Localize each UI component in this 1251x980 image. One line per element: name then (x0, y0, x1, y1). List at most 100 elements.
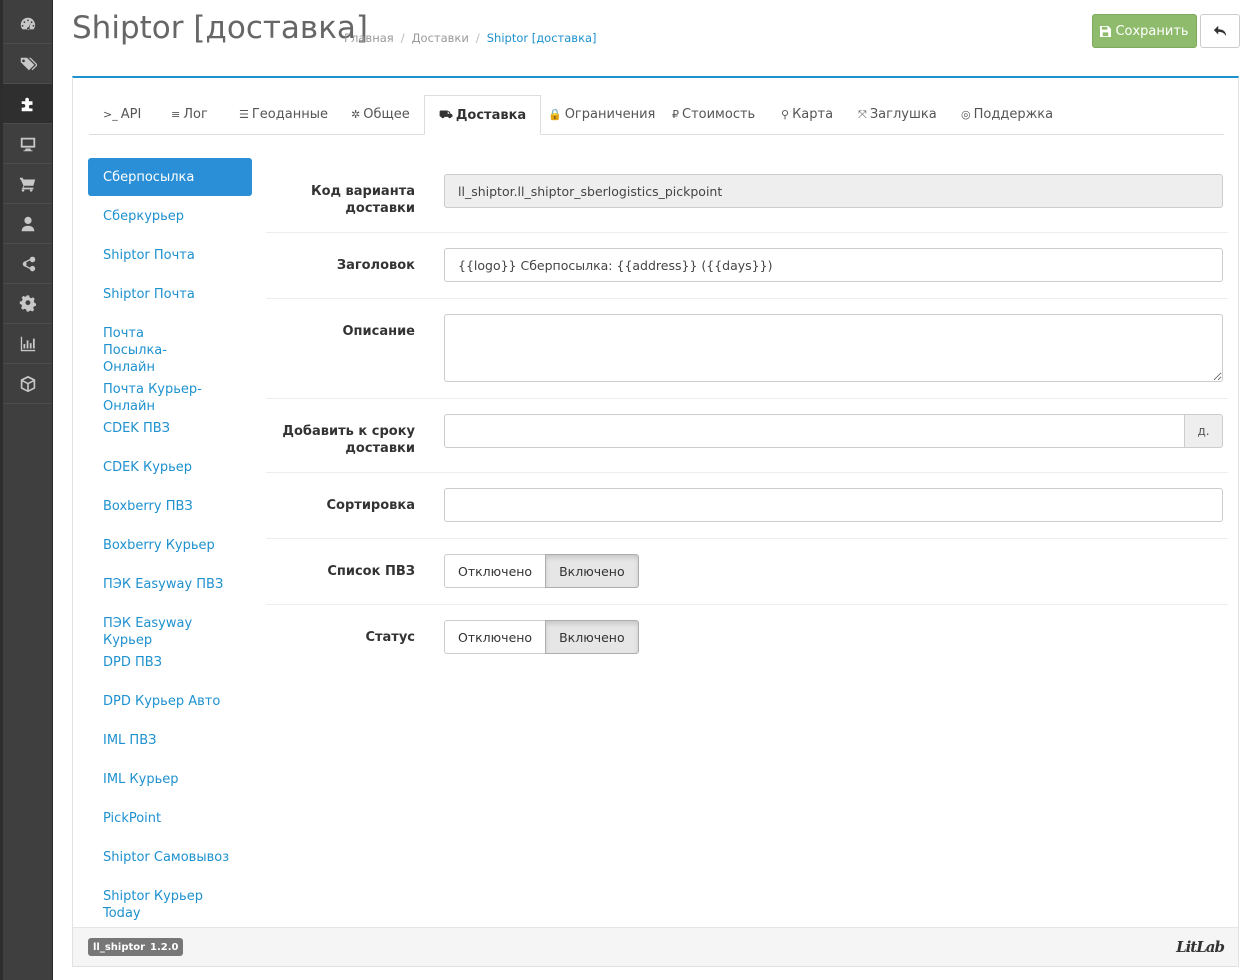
method-item[interactable]: Shiptor Почта (88, 247, 252, 264)
sidebar-item-customers[interactable] (3, 204, 52, 244)
dashboard-icon (20, 17, 35, 30)
row-status: Статус Отключено Включено (266, 604, 1228, 670)
method-item[interactable]: PickPoint (88, 810, 252, 827)
puzzle-icon (21, 97, 32, 111)
method-item[interactable]: IML Курьер (88, 771, 252, 788)
tab-restrictions[interactable]: 🔒 Ограничения (534, 95, 669, 134)
tab-map[interactable]: ⚲ Карта (767, 95, 847, 134)
cube-icon (20, 375, 35, 392)
terminal-icon: >_ (103, 108, 118, 121)
tab-cost[interactable]: ₽ Стоимость (658, 95, 769, 134)
tab-label: Карта (792, 107, 834, 122)
method-item[interactable]: ПЭК Easyway Курьер (88, 615, 252, 649)
back-button[interactable] (1200, 14, 1240, 48)
sidebar-item-sales[interactable] (3, 164, 52, 204)
sort-input[interactable] (444, 488, 1223, 522)
sort-label: Сортировка (326, 498, 415, 513)
save-button[interactable]: Сохранить (1092, 14, 1197, 48)
tags-icon (20, 57, 37, 70)
cog-icon: ✲ (351, 108, 361, 121)
tab-label: Стоимость (682, 107, 756, 122)
code-field[interactable]: ll_shiptor.ll_shiptor_sberlogistics_pick… (444, 174, 1223, 208)
ruble-icon: ₽ (672, 108, 679, 121)
method-item[interactable]: Boxberry ПВЗ (88, 498, 252, 515)
title-label: Заголовок (336, 258, 415, 273)
tab-log[interactable]: ≡ Лог (157, 95, 222, 134)
sidebar-item-dashboard[interactable] (3, 4, 52, 44)
tab-label: Геоданные (251, 107, 328, 122)
truck-icon: ⛟ (439, 107, 453, 121)
method-item[interactable]: Shiptor Почта (88, 286, 252, 303)
status-on-option[interactable]: Включено (545, 620, 639, 654)
code-label: Код варианта доставки (310, 184, 415, 216)
sidebar-item-design[interactable] (3, 124, 52, 164)
version-badge: 1.2.0 (145, 938, 184, 956)
row-title: Заголовок {{logo}} Сберпосылка: {{addres… (266, 232, 1228, 299)
method-item[interactable]: CDEK ПВЗ (88, 420, 252, 437)
tab-support[interactable]: ◎ Поддержка (947, 95, 1067, 134)
description-label: Описание (342, 324, 415, 339)
method-item[interactable]: Сберкурьер (88, 208, 252, 225)
status-off-option[interactable]: Отключено (444, 620, 547, 654)
sidebar-item-catalog[interactable] (3, 44, 52, 84)
tab-label: Лог (183, 107, 208, 122)
pvz-list-toggle: Отключено Включено (444, 554, 639, 588)
panel-footer: ll_shiptor 1.2.0 LitLab (73, 927, 1238, 966)
status-label: Статус (365, 630, 415, 645)
breadcrumb-separator: / (400, 31, 405, 45)
sidebar-item-extensions[interactable] (3, 84, 52, 124)
tab-general[interactable]: ✲ Общее (337, 95, 424, 134)
litlab-logo: LitLab (1176, 938, 1225, 956)
method-item[interactable]: Почта Курьер-Онлайн (88, 381, 252, 415)
breadcrumb-shipping[interactable]: Доставки (412, 31, 469, 45)
left-sidebar (0, 0, 53, 980)
method-item[interactable]: Boxberry Курьер (88, 537, 252, 554)
tab-label: Доставка (455, 107, 527, 123)
breadcrumb-separator: / (475, 31, 480, 45)
add-term-input[interactable] (444, 414, 1185, 448)
list-icon: ≡ (171, 108, 181, 121)
method-item[interactable]: DPD ПВЗ (88, 654, 252, 671)
method-item[interactable]: Почта Посылка-Онлайн (88, 325, 218, 376)
bar-chart-icon (20, 336, 35, 351)
sidebar-item-modules[interactable] (3, 364, 52, 404)
tab-label: API (120, 107, 142, 122)
row-add-term: Добавить к сроку доставки д. (266, 398, 1228, 473)
pvz-off-option[interactable]: Отключено (444, 554, 547, 588)
method-item[interactable]: IML ПВЗ (88, 732, 252, 749)
tab-label: Заглушка (869, 107, 937, 122)
sidebar-item-reports[interactable] (3, 324, 52, 364)
life-ring-icon: ◎ (961, 108, 971, 121)
method-item[interactable]: ПЭК Easyway ПВЗ (88, 576, 252, 593)
title-input[interactable]: {{logo}} Сберпосылка: {{address}} ({{day… (444, 248, 1223, 282)
description-textarea[interactable] (444, 314, 1223, 382)
reply-icon (1213, 25, 1227, 37)
map-marker-icon: ⚲ (781, 108, 790, 121)
status-toggle: Отключено Включено (444, 620, 639, 654)
method-item[interactable]: Shiptor Самовывоз (88, 849, 252, 866)
user-icon (21, 216, 34, 231)
breadcrumb-home[interactable]: Главная (344, 31, 394, 45)
method-item[interactable]: DPD Курьер Авто (88, 693, 252, 710)
gear-icon (19, 294, 36, 312)
tab-geodata[interactable]: ☰ Геоданные (225, 95, 342, 134)
breadcrumb-current[interactable]: Shiptor [доставка] (487, 31, 597, 45)
method-item[interactable]: CDEK Курьер (88, 459, 252, 476)
tab-delivery[interactable]: ⛟ Доставка (424, 95, 542, 135)
breadcrumb: Главная / Доставки / Shiptor [доставка] (344, 31, 597, 45)
method-item-sberposylka[interactable]: Сберпосылка (88, 158, 252, 196)
cart-icon (19, 177, 35, 192)
page-title: Shiptor [доставка] (72, 10, 369, 46)
row-pvz-list: Список ПВЗ Отключено Включено (266, 538, 1228, 605)
pvz-list-label: Список ПВЗ (327, 564, 415, 579)
floppy-icon (1100, 25, 1112, 37)
method-item[interactable]: Shiptor Курьер Today (88, 888, 252, 922)
sidebar-item-marketing[interactable] (3, 244, 52, 284)
expand-icon: ⤧ (858, 107, 867, 121)
desktop-icon (20, 137, 35, 151)
tab-api[interactable]: >_ API (89, 95, 155, 134)
share-icon (22, 256, 35, 271)
sidebar-item-system[interactable] (3, 284, 52, 324)
tab-stub[interactable]: ⤧ Заглушка (844, 95, 951, 134)
pvz-on-option[interactable]: Включено (545, 554, 639, 588)
